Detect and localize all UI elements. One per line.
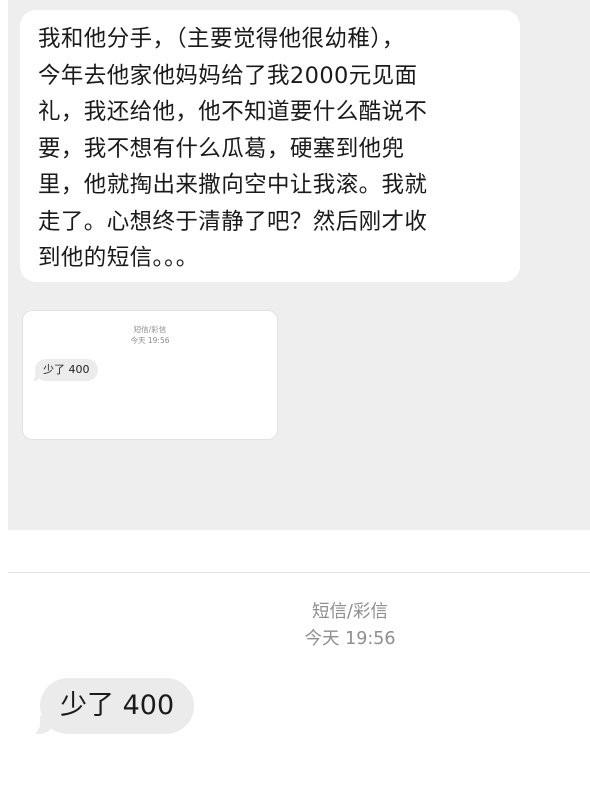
sms-sender-label: 短信/彩信 [312, 602, 388, 622]
message-line: 要，我不想有什么瓜葛，硬塞到他兜 [38, 135, 405, 162]
message-bubble: 我和他分手，（主要觉得他很幼稚）， 今年去他家他妈妈给了我2000元见面 礼，我… [20, 10, 520, 282]
thumbnail-sms-bubble: 少了 400 [30, 359, 98, 381]
message-line: 走了。心想终于清静了吧？然后刚才收 [38, 208, 428, 235]
message-line: 里，他就掏出来撒向空中让我滚。我就 [38, 172, 428, 198]
thumbnail-sms-text: 少了 400 [43, 363, 90, 376]
thumbnail-sender-label: 短信/彩信 [133, 325, 167, 334]
message-line: 我和他分手，（主要觉得他很幼稚）， [38, 26, 405, 52]
message-line: 今年去他家他妈妈给了我2000元见面 [38, 62, 418, 89]
thumbnail-timestamp: 今天 19:56 [130, 336, 170, 345]
message-line: 礼，我还给他，他不知道要什么酷说不 [38, 99, 428, 125]
incoming-sms-bubble[interactable]: 少了 400 [27, 678, 195, 734]
sms-screenshot-thumbnail[interactable]: 短信/彩信 今天 19:56 少了 400 [22, 310, 278, 440]
section-divider [8, 572, 590, 573]
incoming-sms-text: 少了 400 [60, 690, 175, 721]
sms-timestamp: 今天 19:56 [304, 629, 396, 649]
message-line: 到他的短信。。。 [38, 245, 199, 271]
